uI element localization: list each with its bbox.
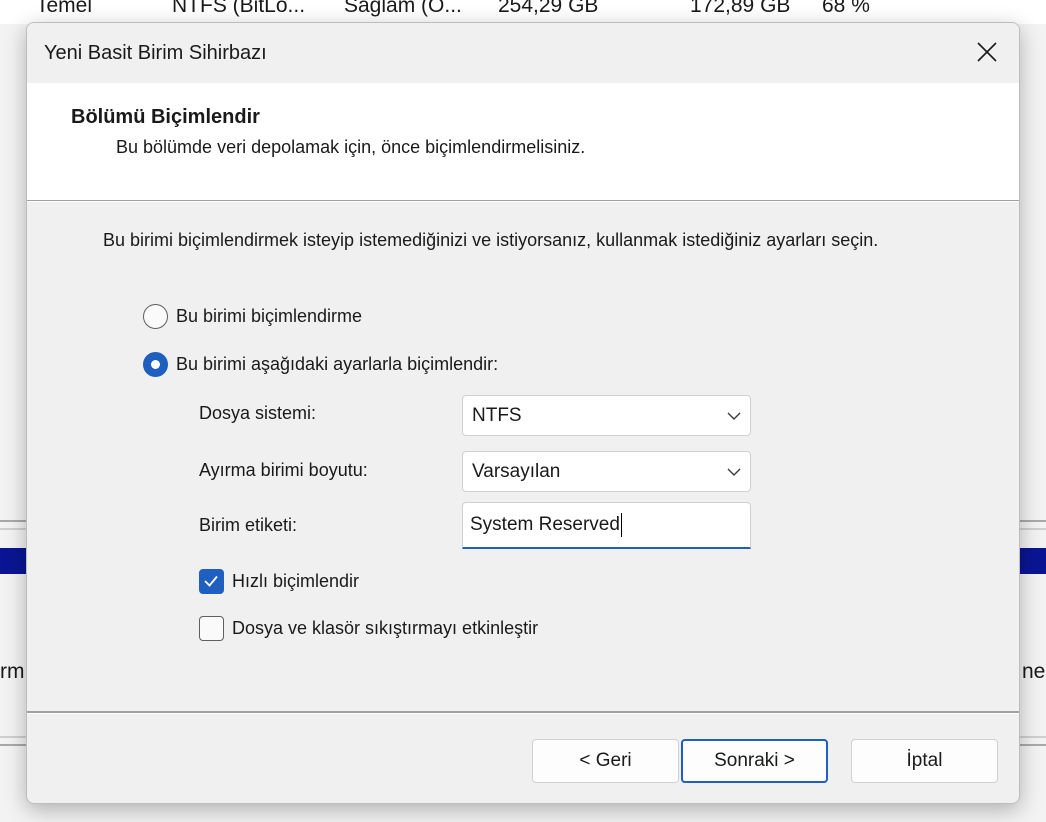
background-volume-band [1020, 548, 1046, 574]
checkbox-unchecked[interactable] [199, 616, 224, 641]
title-bar[interactable]: Yeni Basit Birim Sihirbazı [27, 23, 1019, 83]
filesystem-label: Dosya sistemi: [199, 403, 317, 423]
allocation-unit-value: Varsayılan [472, 460, 561, 482]
new-simple-volume-wizard: Yeni Basit Birim Sihirbazı Bölümü Biçiml… [26, 22, 1020, 804]
chevron-down-icon [727, 412, 741, 420]
disk-layout-cell: Temel [36, 0, 93, 17]
checkbox-label: Dosya ve klasör sıkıştırmayı etkinleştir [232, 618, 539, 638]
background-text-fragment: rm [0, 660, 25, 683]
checkbox-quick-format[interactable]: Hızlı biçimlendir [199, 569, 359, 594]
close-icon [977, 42, 997, 62]
radio-label: Bu birimi biçimlendirme [176, 306, 363, 326]
allocation-unit-dropdown[interactable]: Varsayılan [462, 451, 751, 492]
page-title: Bölümü Biçimlendir [71, 106, 260, 128]
volume-label-label: Birim etiketi: [199, 515, 298, 535]
instruction-text: Bu birimi biçimlendirmek isteyip istemed… [103, 230, 879, 250]
filesystem-value: NTFS [472, 404, 522, 426]
header-divider [27, 201, 1019, 202]
disk-capacity-cell: 254,29 GB [498, 0, 599, 17]
allocation-unit-label: Ayırma birimi boyutu: [199, 460, 368, 480]
volume-label-input[interactable]: System Reserved [462, 502, 751, 549]
filesystem-dropdown[interactable]: NTFS [462, 395, 751, 436]
checkbox-checked[interactable] [199, 569, 224, 594]
back-button[interactable]: < Geri [532, 739, 679, 783]
checkmark-icon [204, 575, 218, 587]
disk-filesystem-cell: NTFS (BitLo... [172, 0, 306, 17]
radio-button-selected[interactable] [143, 352, 168, 377]
checkbox-label: Hızlı biçimlendir [232, 571, 360, 591]
radio-do-not-format[interactable]: Bu birimi biçimlendirme [143, 304, 362, 329]
wizard-header: Bölümü Biçimlendir Bu bölümde veri depol… [27, 83, 1019, 201]
radio-button[interactable] [143, 304, 168, 329]
background-text-fragment: ne [1022, 660, 1046, 683]
radio-label: Bu birimi aşağıdaki ayarlarla biçimlendi… [176, 354, 499, 374]
disk-percent-free-cell: 68 % [822, 0, 870, 17]
chevron-down-icon [727, 468, 741, 476]
footer-divider-highlight [27, 713, 1019, 714]
disk-list-row[interactable]: Temel NTFS (BitLo... Sağlam (O... 254,29… [0, 0, 1046, 24]
radio-format-with-settings[interactable]: Bu birimi aşağıdaki ayarlarla biçimlendi… [143, 352, 498, 377]
cancel-button[interactable]: İptal [851, 739, 998, 783]
checkbox-enable-compression[interactable]: Dosya ve klasör sıkıştırmayı etkinleştir [199, 616, 538, 641]
disk-free-cell: 172,89 GB [690, 0, 791, 17]
page-subtitle: Bu bölümde veri depolamak için, önce biç… [116, 137, 586, 157]
text-caret [620, 513, 623, 537]
disk-status-cell: Sağlam (O... [344, 0, 462, 17]
close-button[interactable] [955, 23, 1019, 81]
window-title: Yeni Basit Birim Sihirbazı [44, 42, 267, 64]
volume-label-value: System Reserved [470, 514, 620, 535]
background-volume-band [0, 548, 26, 574]
next-button[interactable]: Sonraki > [681, 739, 828, 783]
